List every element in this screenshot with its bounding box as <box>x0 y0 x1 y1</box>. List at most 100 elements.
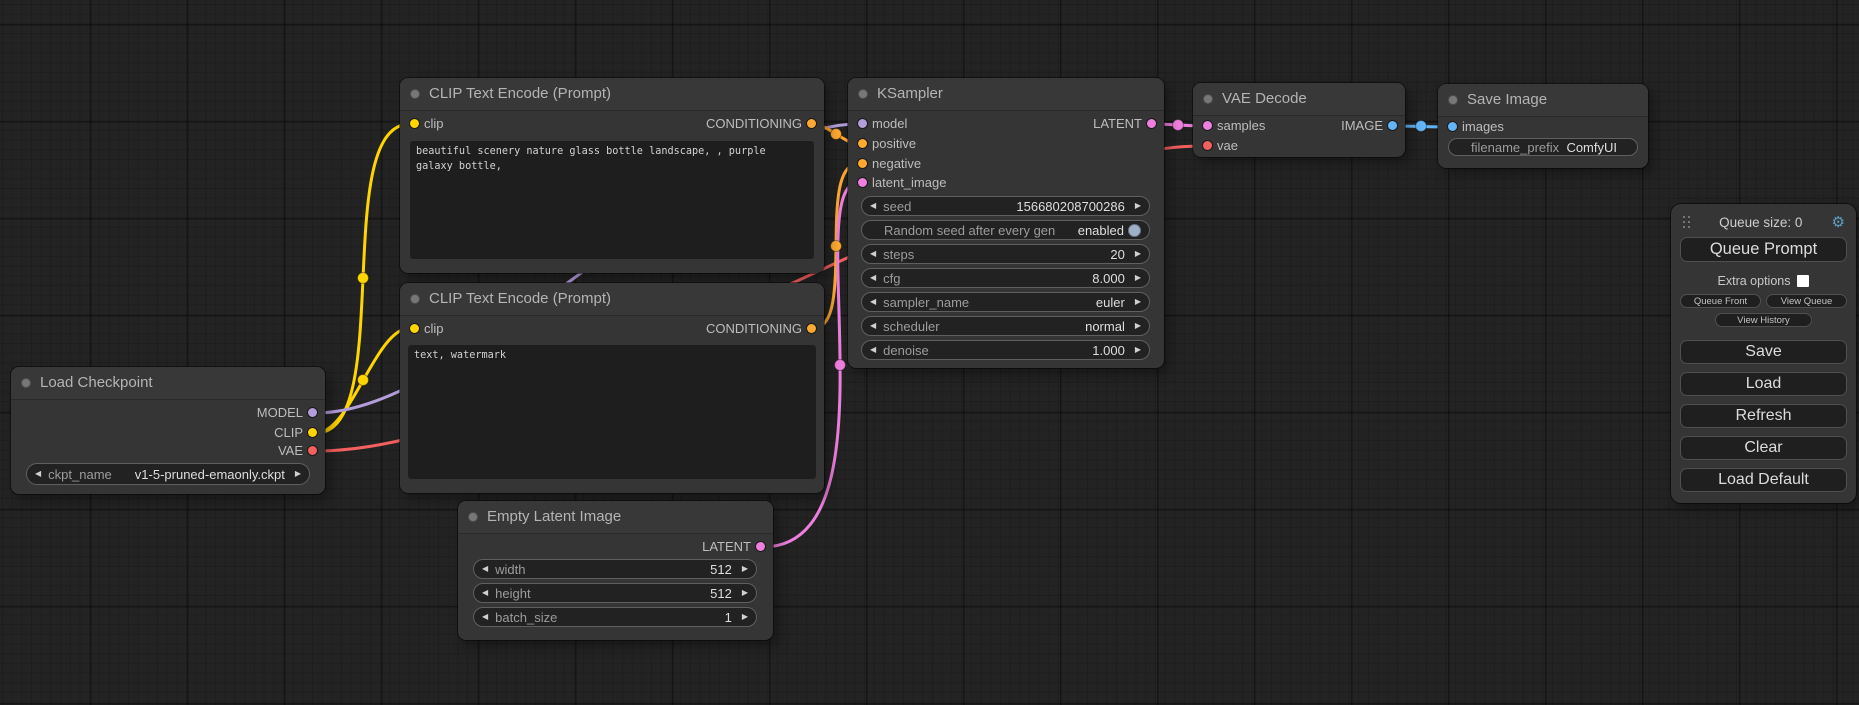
increment-arrow-icon[interactable]: ▶ <box>1135 202 1141 210</box>
increment-arrow-icon[interactable]: ▶ <box>1135 346 1141 354</box>
link-dot <box>831 241 842 252</box>
clear-button[interactable]: Clear <box>1680 436 1847 460</box>
decrement-arrow-icon[interactable]: ◀ <box>870 322 876 330</box>
decrement-arrow-icon[interactable]: ◀ <box>870 346 876 354</box>
widget-filename-prefix[interactable]: filename_prefix ComfyUI <box>1448 138 1638 156</box>
model-port-dot[interactable] <box>308 408 317 417</box>
increment-arrow-icon[interactable]: ▶ <box>742 565 748 573</box>
refresh-button[interactable]: Refresh <box>1680 404 1847 428</box>
increment-arrow-icon[interactable]: ▶ <box>1135 274 1141 282</box>
vae-port-dot[interactable] <box>308 446 317 455</box>
extra-options-checkbox[interactable] <box>1797 275 1809 287</box>
clip-port-dot[interactable] <box>308 428 317 437</box>
node-title-bar[interactable]: Save Image <box>1438 84 1648 117</box>
save-button[interactable]: Save <box>1680 340 1847 364</box>
widget-cfg[interactable]: ◀ cfg 8.000 ▶ <box>861 268 1150 288</box>
latent-port-dot[interactable] <box>756 542 765 551</box>
output-model: MODEL <box>257 404 303 422</box>
decrement-arrow-icon[interactable]: ◀ <box>482 589 488 597</box>
prompt-textarea[interactable]: text, watermark <box>408 345 816 479</box>
image-port-dot[interactable] <box>1388 121 1397 130</box>
node-title: Load Checkpoint <box>40 374 153 391</box>
node-graph-canvas[interactable]: Load Checkpoint MODEL CLIP VAE ◀ ckpt_na… <box>0 0 1859 705</box>
increment-arrow-icon[interactable]: ▶ <box>1135 250 1141 258</box>
increment-arrow-icon[interactable]: ▶ <box>1135 298 1141 306</box>
node-title: Empty Latent Image <box>487 508 621 525</box>
conditioning-port-dot[interactable] <box>858 159 867 168</box>
node-empty-latent-image[interactable]: Empty Latent Image LATENT ◀ width 512 ▶ … <box>458 501 773 640</box>
widget-height[interactable]: ◀ height 512 ▶ <box>473 583 757 603</box>
widget-steps[interactable]: ◀ steps 20 ▶ <box>861 244 1150 264</box>
latent-port-dot[interactable] <box>1147 119 1156 128</box>
vae-port-dot[interactable] <box>1203 141 1212 150</box>
widget-ckpt-name[interactable]: ◀ ckpt_name v1-5-pruned-emaonly.ckpt ▶ <box>26 463 310 485</box>
decrement-arrow-icon[interactable]: ◀ <box>35 470 41 478</box>
node-title-bar[interactable]: CLIP Text Encode (Prompt) <box>400 283 824 316</box>
conditioning-port-dot[interactable] <box>807 324 816 333</box>
input-clip: clip <box>424 115 444 133</box>
widget-label: scheduler <box>883 319 939 334</box>
widget-random-seed-toggle[interactable]: Random seed after every gen enabled <box>861 220 1150 240</box>
prompt-textarea[interactable]: beautiful scenery nature glass bottle la… <box>410 141 814 259</box>
widget-label: steps <box>883 247 914 262</box>
node-title-bar[interactable]: VAE Decode <box>1193 83 1405 116</box>
latent-port-dot[interactable] <box>1203 121 1212 130</box>
increment-arrow-icon[interactable]: ▶ <box>1135 322 1141 330</box>
load-default-button[interactable]: Load Default <box>1680 468 1847 492</box>
input-latent-image: latent_image <box>872 174 946 192</box>
load-button[interactable]: Load <box>1680 372 1847 396</box>
widget-sampler-name[interactable]: ◀ sampler_name euler ▶ <box>861 292 1150 312</box>
node-title: VAE Decode <box>1222 90 1307 107</box>
latent-port-dot[interactable] <box>858 178 867 187</box>
node-title-bar[interactable]: Load Checkpoint <box>11 367 325 400</box>
increment-arrow-icon[interactable]: ▶ <box>742 589 748 597</box>
node-ksampler[interactable]: KSampler model positive negative latent_… <box>848 78 1164 368</box>
clip-port-dot[interactable] <box>410 119 419 128</box>
decrement-arrow-icon[interactable]: ◀ <box>870 298 876 306</box>
decrement-arrow-icon[interactable]: ◀ <box>482 613 488 621</box>
node-title-bar[interactable]: KSampler <box>848 78 1164 111</box>
decrement-arrow-icon[interactable]: ◀ <box>870 250 876 258</box>
widget-seed[interactable]: ◀ seed 156680208700286 ▶ <box>861 196 1150 216</box>
increment-arrow-icon[interactable]: ▶ <box>295 470 301 478</box>
input-positive: positive <box>872 135 916 153</box>
node-status-dot <box>21 378 31 388</box>
widget-denoise[interactable]: ◀ denoise 1.000 ▶ <box>861 340 1150 360</box>
image-port-dot[interactable] <box>1448 122 1457 131</box>
node-clip-text-encode-negative[interactable]: CLIP Text Encode (Prompt) clip CONDITION… <box>400 283 824 493</box>
node-save-image[interactable]: Save Image images filename_prefix ComfyU… <box>1438 84 1648 168</box>
node-title-bar[interactable]: Empty Latent Image <box>458 501 773 534</box>
settings-gear-icon[interactable]: ⚙ <box>1832 215 1845 230</box>
node-status-dot <box>1448 95 1458 105</box>
conditioning-port-dot[interactable] <box>807 119 816 128</box>
widget-value: 512 <box>531 586 732 601</box>
clip-port-dot[interactable] <box>410 324 419 333</box>
node-status-dot <box>410 294 420 304</box>
decrement-arrow-icon[interactable]: ◀ <box>870 274 876 282</box>
view-queue-button[interactable]: View Queue <box>1766 294 1847 308</box>
model-port-dot[interactable] <box>858 119 867 128</box>
decrement-arrow-icon[interactable]: ◀ <box>482 565 488 573</box>
decrement-arrow-icon[interactable]: ◀ <box>870 202 876 210</box>
node-load-checkpoint[interactable]: Load Checkpoint MODEL CLIP VAE ◀ ckpt_na… <box>11 367 325 494</box>
widget-scheduler[interactable]: ◀ scheduler normal ▶ <box>861 316 1150 336</box>
node-clip-text-encode-positive[interactable]: CLIP Text Encode (Prompt) clip CONDITION… <box>400 78 824 273</box>
conditioning-port-dot[interactable] <box>858 139 867 148</box>
queue-front-button[interactable]: Queue Front <box>1680 294 1761 308</box>
node-title-bar[interactable]: CLIP Text Encode (Prompt) <box>400 78 824 111</box>
input-images: images <box>1462 118 1504 136</box>
node-vae-decode[interactable]: VAE Decode samples vae IMAGE <box>1193 83 1405 157</box>
widget-batch-size[interactable]: ◀ batch_size 1 ▶ <box>473 607 757 627</box>
increment-arrow-icon[interactable]: ▶ <box>742 613 748 621</box>
input-vae: vae <box>1217 137 1238 155</box>
output-conditioning: CONDITIONING <box>706 320 802 338</box>
queue-prompt-button[interactable]: Queue Prompt <box>1680 237 1847 262</box>
widget-label: filename_prefix <box>1471 140 1559 155</box>
toggle-knob[interactable] <box>1128 224 1141 237</box>
widget-label: ckpt_name <box>48 467 112 482</box>
widget-width[interactable]: ◀ width 512 ▶ <box>473 559 757 579</box>
view-history-button[interactable]: View History <box>1715 313 1812 327</box>
link-dot <box>1416 121 1427 132</box>
node-title: CLIP Text Encode (Prompt) <box>429 85 611 102</box>
drag-handle-icon[interactable] <box>1683 216 1690 228</box>
